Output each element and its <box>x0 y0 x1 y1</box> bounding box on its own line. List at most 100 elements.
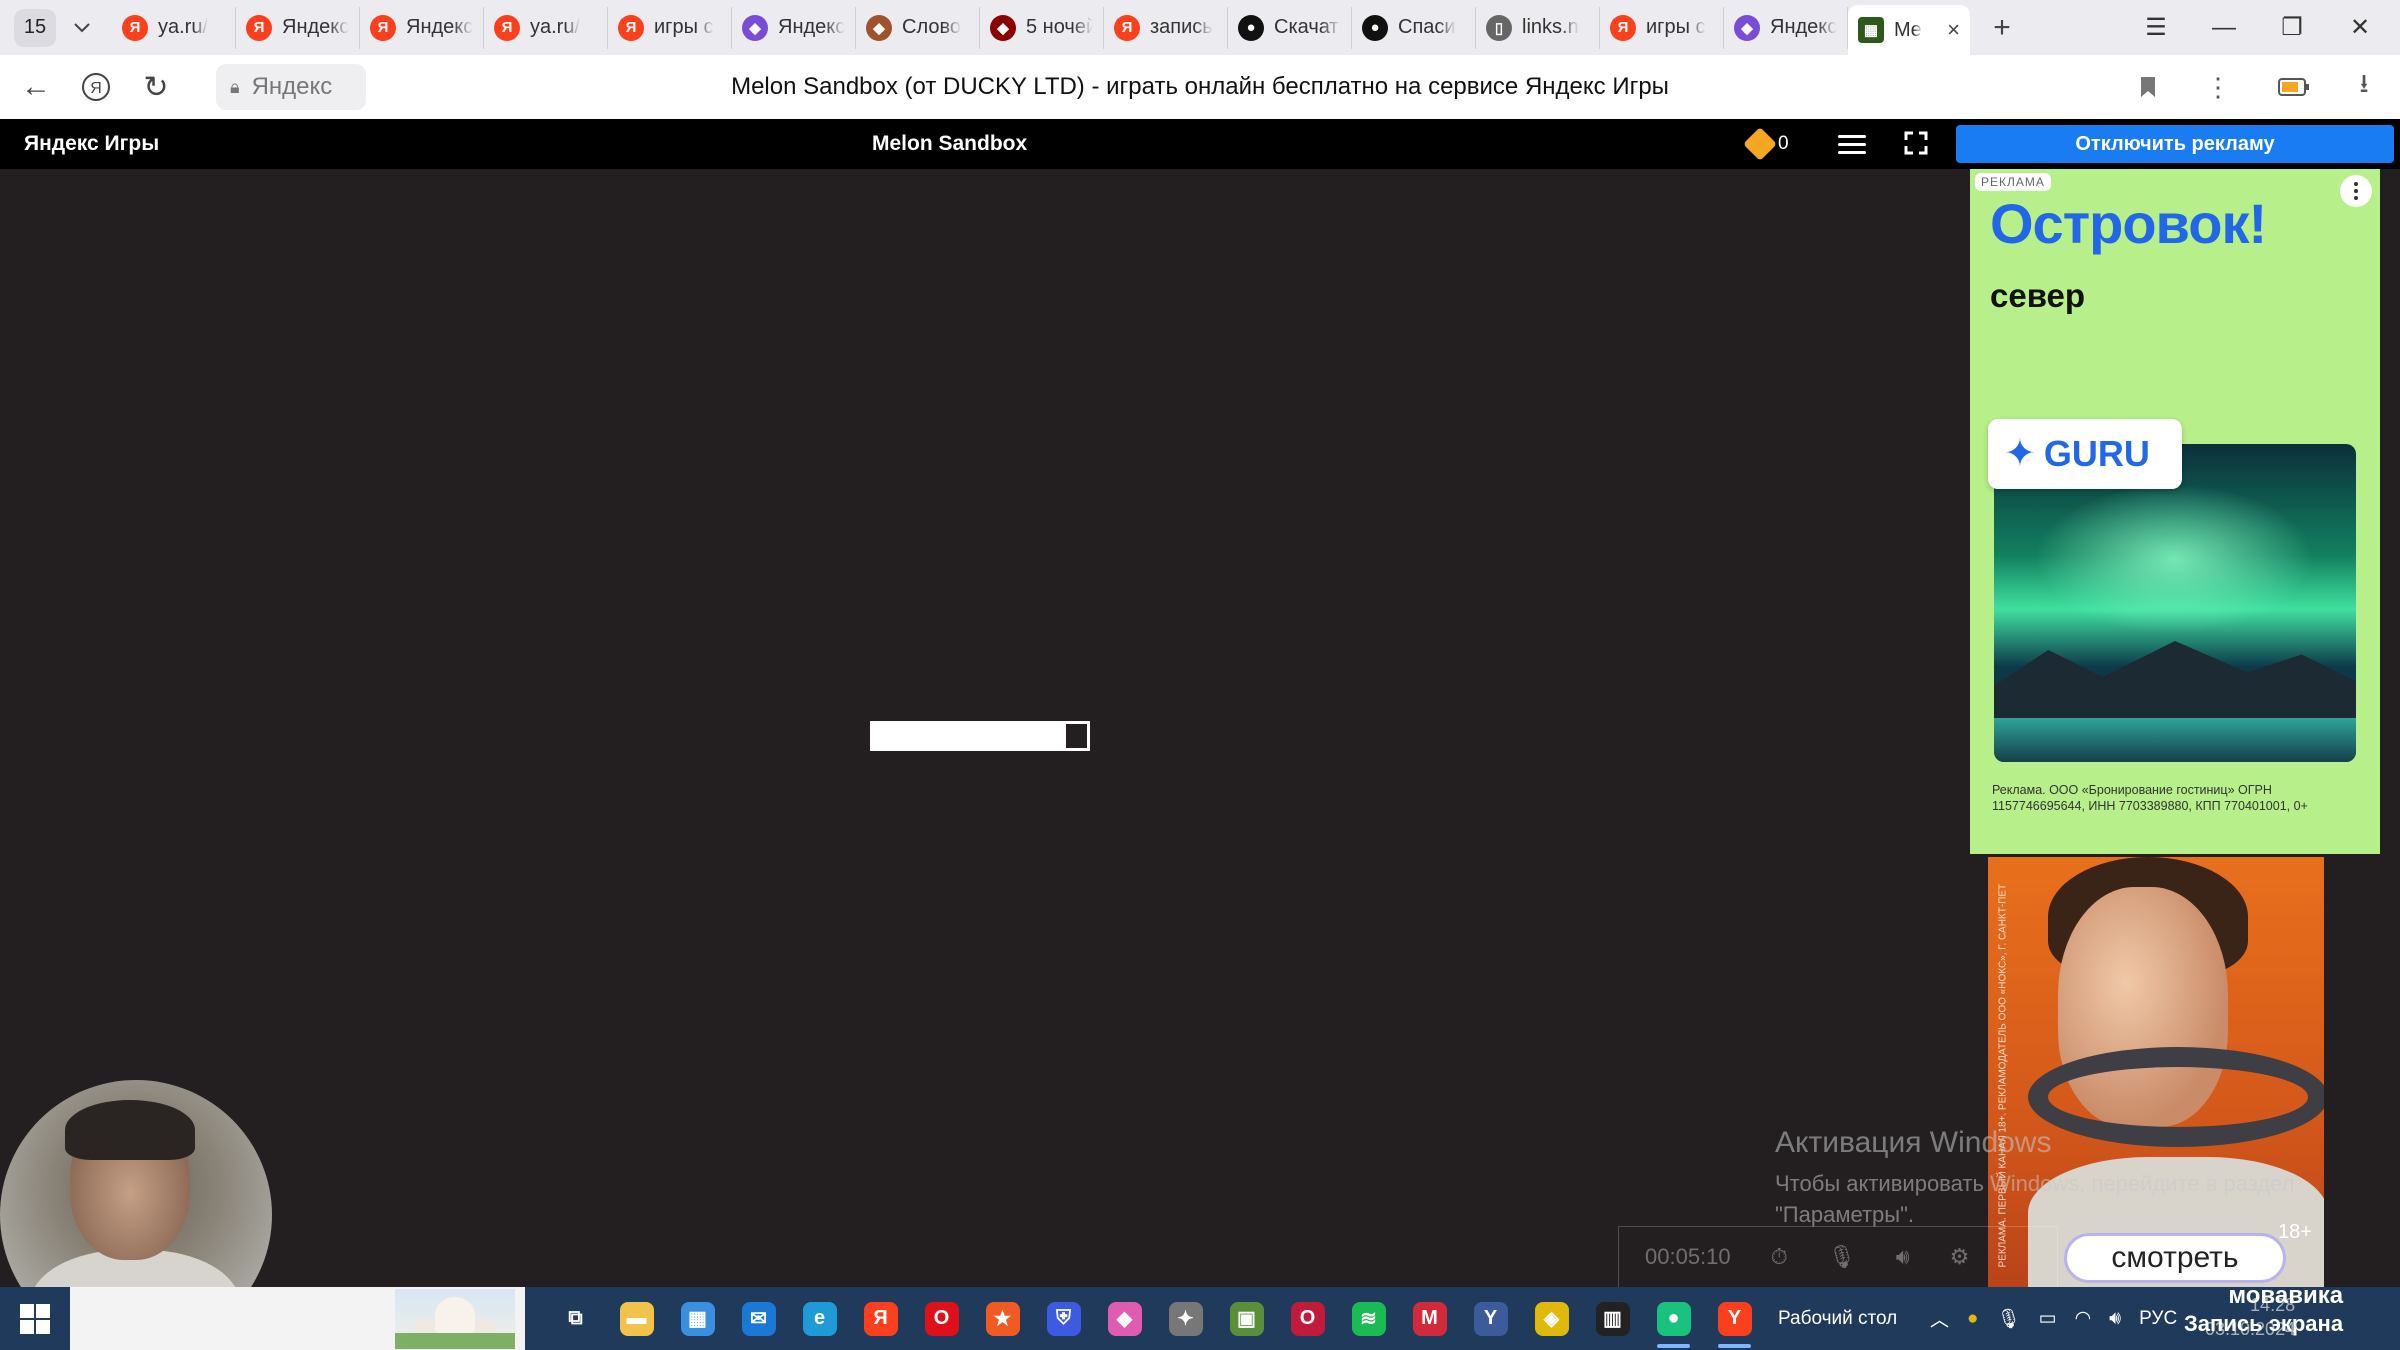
tab-3[interactable]: Яya.ru/ <box>484 6 608 49</box>
tab-title: Яндекс <box>1770 16 1837 38</box>
address-field[interactable]: 🔒︎ Яндекс <box>216 64 366 110</box>
tab-title: links.n <box>1522 16 1579 38</box>
microphone-icon[interactable]: 🎙︎ <box>1828 1244 1856 1270</box>
taskbar-yandex[interactable]: Я <box>850 1287 911 1350</box>
close-window-icon[interactable]: ✕ <box>2326 0 2394 55</box>
tab-1[interactable]: Я Яндекс <box>236 6 360 49</box>
game-app-icon: ◆ <box>1107 1301 1142 1336</box>
back-arrow-icon[interactable]: ← <box>6 59 66 115</box>
wifi-icon[interactable]: ◠ <box>2075 1307 2092 1330</box>
reload-icon[interactable]: ↻ <box>126 59 186 115</box>
tab-0[interactable]: Яya.ru/ <box>112 6 236 49</box>
tab-11[interactable]: ▯ links.n <box>1476 6 1600 49</box>
taskbar-opera-gx[interactable]: O <box>1277 1287 1338 1350</box>
tab-7[interactable]: ◆ 5 ночей <box>980 6 1104 49</box>
task-view-icon: ⧉ <box>558 1301 593 1336</box>
tab-13[interactable]: ◆ Яндекс <box>1724 6 1848 49</box>
volume-icon[interactable]: 🔊︎ <box>2109 1308 2121 1330</box>
tab-4[interactable]: Яигры с <box>608 6 732 49</box>
tab-10[interactable]: ● Спаси <box>1352 6 1476 49</box>
yandex-favicon-icon: Я <box>1114 14 1140 41</box>
tab-title: Скачать <box>1274 16 1341 38</box>
taskbar-y-app[interactable]: Y <box>1460 1287 1521 1350</box>
taskbar-m-app[interactable]: M <box>1399 1287 1460 1350</box>
tab-close-icon[interactable]: × <box>1947 17 1960 43</box>
stripe-app-icon: ▥ <box>1595 1301 1630 1336</box>
taskbar-edge[interactable]: e <box>789 1287 850 1350</box>
tab-title: Яндекс <box>406 16 473 38</box>
ms-store-icon: ▦ <box>680 1301 715 1336</box>
windows-start-icon[interactable] <box>20 1304 50 1334</box>
tab-count-button[interactable]: 15 <box>14 8 56 47</box>
tab-2[interactable]: Я Яндекс <box>360 6 484 49</box>
tabs-menu-icon[interactable]: ☰ <box>2122 0 2190 55</box>
address-text: Яндекс <box>251 73 333 100</box>
hamburger-menu-icon[interactable] <box>1838 130 1866 158</box>
tab-active[interactable]: ▦ Me × <box>1848 5 1970 55</box>
desktop-toolbar-label[interactable]: Рабочий стол <box>1778 1287 1897 1350</box>
ad-brand: Островок! <box>1990 192 2267 255</box>
taskbar-yandex-browser[interactable]: Y <box>1704 1287 1765 1350</box>
yandex-home-icon[interactable]: Я <box>66 59 126 115</box>
taskbar-file-explorer[interactable]: ▬ <box>606 1287 667 1350</box>
windows-activation-watermark: Активация Windows Чтобы активировать Win… <box>1775 1126 2295 1230</box>
taskbar-binance[interactable]: ◈ <box>1521 1287 1582 1350</box>
download-icon[interactable]: ⭳ <box>2336 55 2392 119</box>
bookmark-icon[interactable] <box>2120 55 2176 119</box>
taskbar-opera[interactable]: O <box>911 1287 972 1350</box>
tab-list-chevron-icon[interactable] <box>62 9 102 47</box>
game-favicon-icon: ◆ <box>866 14 892 41</box>
tab-8[interactable]: Язапись <box>1104 6 1228 49</box>
chevron-up-icon[interactable]: ︿ <box>1930 1305 1949 1332</box>
taskbar-search-box[interactable] <box>70 1287 525 1350</box>
taskbar-task-view[interactable]: ⧉ <box>545 1287 606 1350</box>
coins-value: 0 <box>1778 133 1789 154</box>
battery-icon[interactable]: ▭ <box>2039 1307 2057 1330</box>
tab-title: игры с <box>1646 16 1706 38</box>
tab-5[interactable]: ◆ Яндекс <box>732 6 856 49</box>
taskbar-mail[interactable]: ✉ <box>728 1287 789 1350</box>
tab-6[interactable]: ◆ Слово <box>856 6 980 49</box>
taskbar-star-app[interactable]: ✦ <box>1155 1287 1216 1350</box>
tab-12[interactable]: Яигры с <box>1600 6 1724 49</box>
tab-title: запись <box>1150 16 1213 38</box>
disable-ads-button[interactable]: Отключить рекламу <box>1956 125 2394 163</box>
new-tab-button[interactable]: + <box>1982 8 2022 48</box>
more-vert-icon[interactable]: ⋮ <box>2190 55 2246 119</box>
watch-button[interactable]: смотреть <box>2064 1233 2286 1283</box>
taskbar-game-app[interactable]: ◆ <box>1094 1287 1155 1350</box>
taskbar-brave[interactable]: ★ <box>972 1287 1033 1350</box>
microphone-tray-icon[interactable]: 🎙︎ <box>1997 1307 2021 1331</box>
tab-9[interactable]: ● Скачать <box>1228 6 1352 49</box>
minecraft-icon: ▣ <box>1229 1301 1264 1336</box>
game-canvas[interactable] <box>0 169 1950 1287</box>
game-title: Melon Sandbox <box>872 132 1028 155</box>
melon-favicon-icon: ▦ <box>1858 17 1884 43</box>
language-indicator[interactable]: РУС <box>2139 1308 2177 1330</box>
taskbar-shield-app[interactable]: ⛨ <box>1033 1287 1094 1350</box>
coin-tray-icon[interactable]: ● <box>1967 1308 1978 1330</box>
settings-icon[interactable]: ⚙ <box>1950 1244 1970 1270</box>
taskbar-stripe-app[interactable]: ▥ <box>1582 1287 1643 1350</box>
game-favicon-icon: ◆ <box>742 14 768 41</box>
svg-text:Я: Я <box>90 80 102 97</box>
yandex-games-logo[interactable]: Яндекс Игры <box>24 119 159 169</box>
screen-recorder-bar: 00:05:10 ⏱ 🎙︎ 🔊︎ ⚙ <box>1618 1226 2058 1288</box>
battery-saver-icon[interactable] <box>2266 55 2322 119</box>
speaker-icon[interactable]: 🔊︎ <box>1896 1244 1910 1270</box>
taskbar-minecraft[interactable]: ▣ <box>1216 1287 1277 1350</box>
taskbar-ms-store[interactable]: ▦ <box>667 1287 728 1350</box>
green-app-icon: ● <box>1656 1301 1691 1336</box>
taskbar-spotify[interactable]: ≋ <box>1338 1287 1399 1350</box>
restore-icon[interactable]: ❐ <box>2258 0 2326 55</box>
timer-icon[interactable]: ⏱ <box>1771 1244 1788 1270</box>
ad-options-icon[interactable] <box>2340 175 2372 207</box>
tab-strip: 15 Яya.ru/Я Яндекс Я Яндекс Яya.ru/Яигры с ◆ Я… <box>0 0 2400 55</box>
taskbar-green-app[interactable]: ● <box>1643 1287 1704 1350</box>
minimize-icon[interactable]: — <box>2190 0 2258 55</box>
coins-counter[interactable]: 0 <box>1743 127 1789 161</box>
fullscreen-icon[interactable] <box>1903 130 1929 156</box>
game-favicon-icon: ◆ <box>1734 14 1760 41</box>
file-explorer-icon: ▬ <box>619 1301 654 1336</box>
ostrovok-ad-banner[interactable]: РЕКЛАМА Островок! север ✦ GURU Реклама. … <box>1970 169 2380 854</box>
